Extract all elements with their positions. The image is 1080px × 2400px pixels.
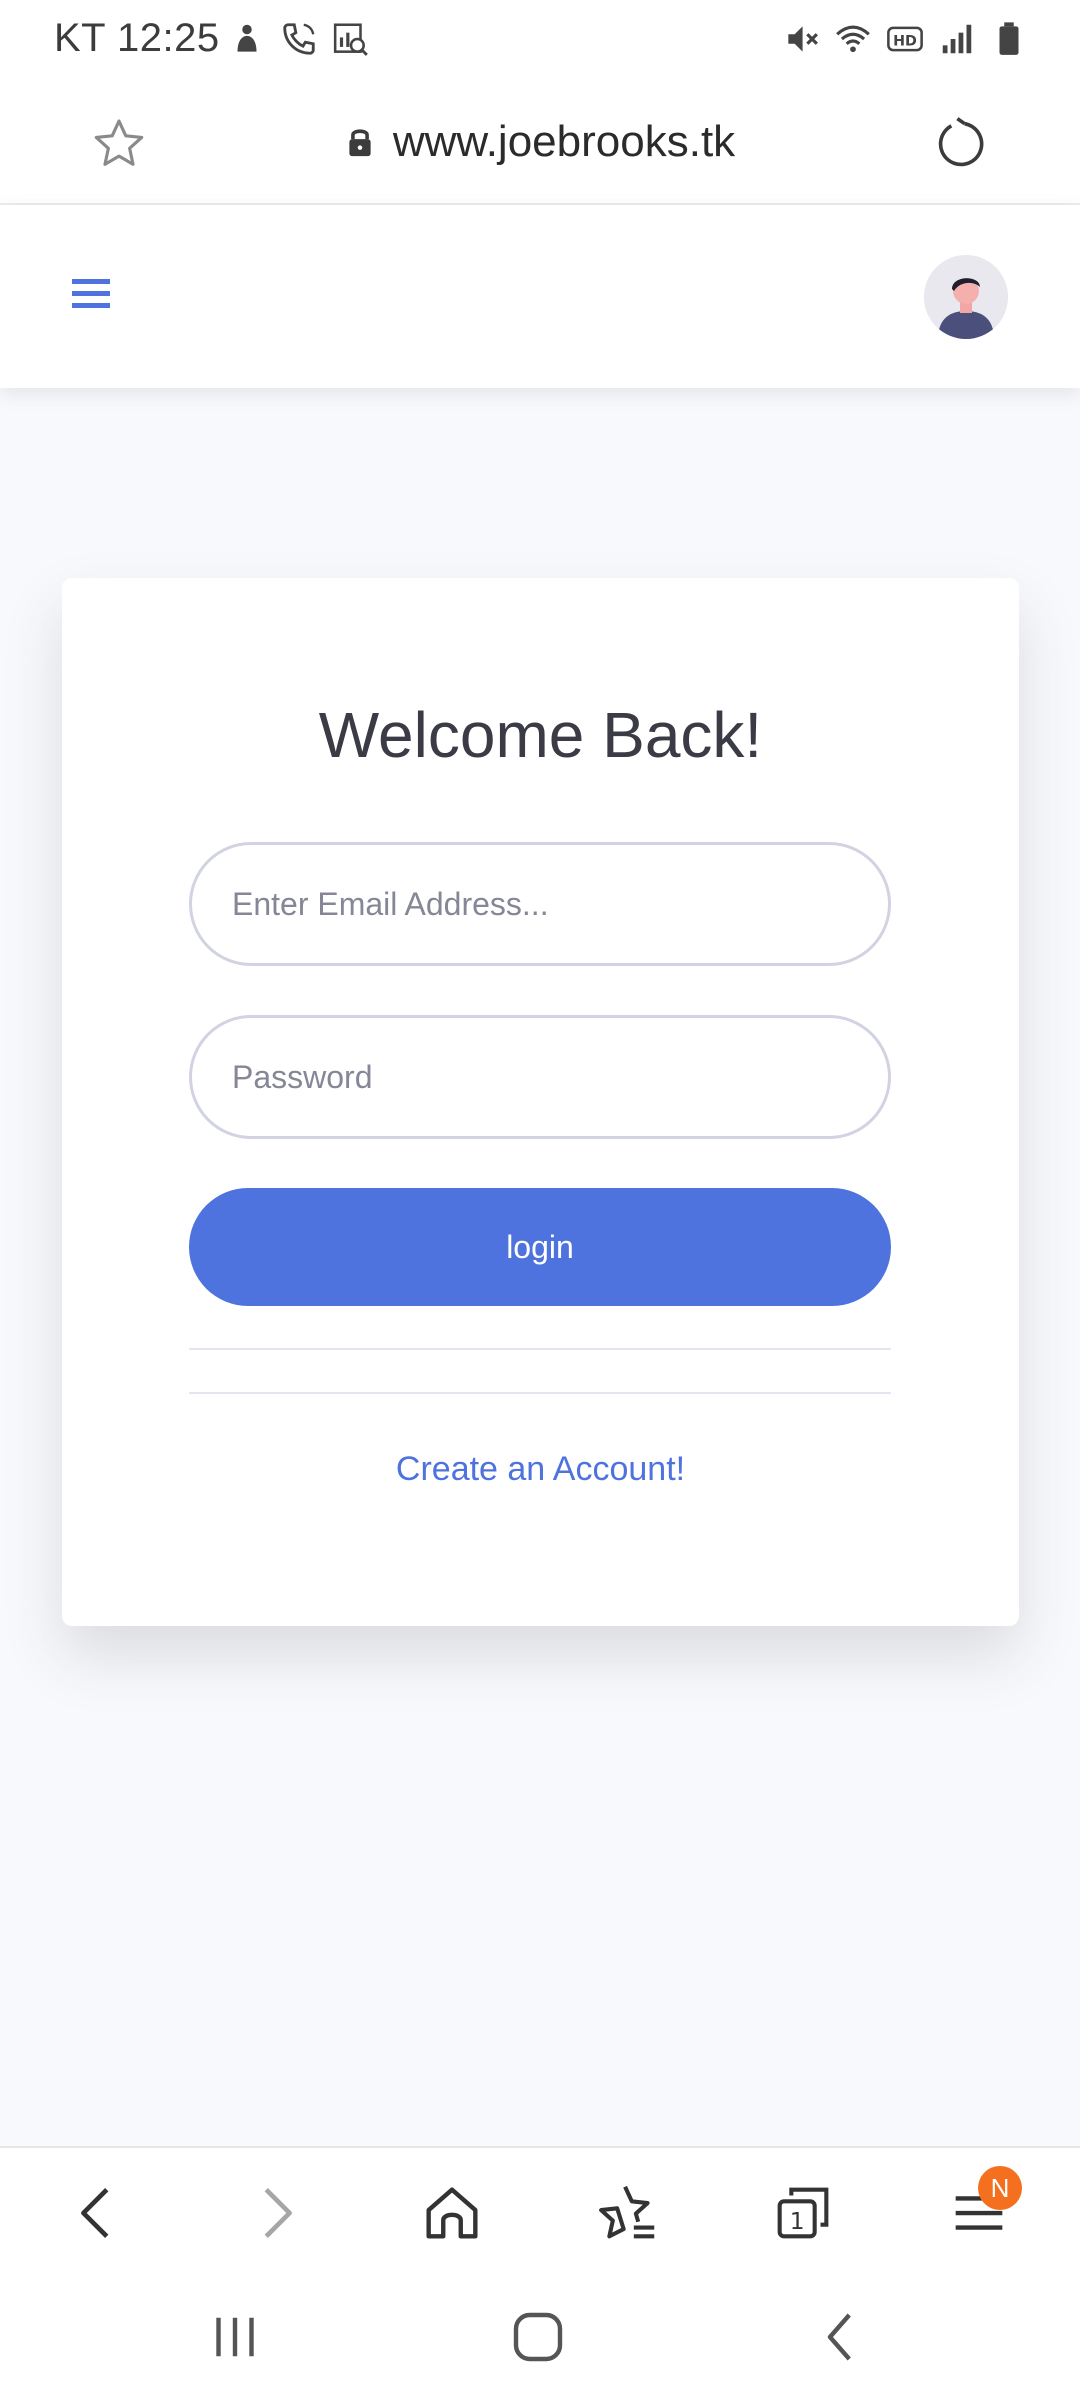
avatar-illustration <box>924 255 1008 339</box>
recent-apps-icon[interactable] <box>202 2304 268 2370</box>
login-card: Welcome Back! login Create an Account! <box>62 578 1019 1626</box>
status-right-icons: HD <box>782 20 1028 58</box>
home-button-icon[interactable] <box>505 2304 571 2370</box>
star-icon[interactable] <box>90 115 148 173</box>
browser-url-bar: www.joebrooks.tk <box>0 80 1080 205</box>
forward-arrow-icon[interactable] <box>240 2178 310 2248</box>
battery-icon <box>999 22 1019 55</box>
reload-icon[interactable] <box>932 115 990 173</box>
lock-icon <box>349 128 371 156</box>
back-arrow-icon[interactable] <box>63 2178 133 2248</box>
site-topbar <box>0 205 1080 388</box>
mute-icon <box>788 26 818 52</box>
system-nav-bar <box>0 2274 1080 2400</box>
create-account-link[interactable]: Create an Account! <box>62 1450 1019 1489</box>
welcome-heading: Welcome Back! <box>318 699 763 771</box>
status-time: KT 12:25 <box>54 16 220 60</box>
email-field[interactable] <box>189 842 891 966</box>
chart-search-icon <box>333 23 368 56</box>
password-field[interactable] <box>189 1015 891 1139</box>
user-avatar[interactable] <box>924 255 1008 339</box>
divider <box>189 1392 891 1394</box>
status-bar: KT 12:25 HD <box>0 0 1080 80</box>
login-button[interactable]: login <box>189 1188 891 1306</box>
hd-icon: HD <box>887 26 923 52</box>
tabs-icon[interactable]: 1 <box>768 2178 838 2248</box>
url-text: www.joebrooks.tk <box>392 116 736 166</box>
address-field[interactable]: www.joebrooks.tk <box>345 117 735 167</box>
menu-badge: N <box>978 2166 1022 2210</box>
home-icon[interactable] <box>417 2178 487 2248</box>
bookmarks-icon[interactable] <box>593 2178 663 2248</box>
wifi-icon <box>836 25 870 53</box>
call-icon <box>283 23 315 55</box>
svg-text:HD: HD <box>893 33 917 49</box>
browser-bottom-toolbar: 1 N <box>0 2146 1080 2276</box>
signal-icon <box>942 24 972 54</box>
tabs-count: 1 <box>790 2207 805 2235</box>
status-left-icons <box>228 20 370 58</box>
back-button-icon[interactable] <box>808 2304 874 2370</box>
app-notification-icon <box>237 24 257 52</box>
hamburger-icon[interactable] <box>72 277 114 313</box>
divider <box>189 1348 891 1350</box>
